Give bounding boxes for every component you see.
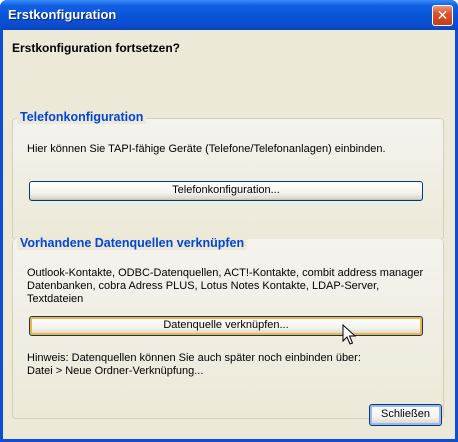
datenquellen-group-title: Vorhandene Datenquellen verknüpfen — [17, 236, 248, 250]
dialog-window: Erstkonfiguration ✕ Erstkonfiguration fo… — [0, 0, 458, 442]
telefon-group-title: Telefonkonfiguration — [17, 110, 147, 124]
datenquellen-description-line-1: Outlook-Kontakte, ODBC-Datenquellen, ACT… — [27, 267, 424, 279]
schliessen-button[interactable]: Schließen — [369, 404, 442, 426]
telefon-description: Hier können Sie TAPI-fähige Geräte (Tele… — [27, 143, 386, 155]
hint-line-1: Hinweis: Datenquellen können Sie auch sp… — [27, 352, 361, 364]
hint-line-2: Datei > Neue Ordner-Verknüpfung... — [27, 365, 204, 377]
telefonkonfiguration-button-label: Telefonkonfiguration... — [172, 184, 280, 196]
close-window-button[interactable]: ✕ — [432, 5, 453, 26]
schliessen-button-label: Schließen — [381, 408, 430, 420]
window-title: Erstkonfiguration — [8, 7, 117, 22]
close-icon: ✕ — [436, 7, 449, 23]
datenquellen-group: Vorhandene Datenquellen verknüpfen Outlo… — [12, 236, 444, 419]
dialog-body: Erstkonfiguration fortsetzen? Telefonkon… — [3, 30, 455, 439]
datenquelle-verknuepfen-button[interactable]: Datenquelle verknüpfen... — [29, 316, 423, 336]
datenquellen-description-line-2: Datenbanken, cobra Adress PLUS, Lotus No… — [27, 280, 380, 292]
telefon-group: Telefonkonfiguration Hier können Sie TAP… — [12, 110, 444, 240]
datenquelle-verknuepfen-button-label: Datenquelle verknüpfen... — [163, 319, 289, 331]
telefonkonfiguration-button[interactable]: Telefonkonfiguration... — [29, 181, 423, 201]
dialog-heading: Erstkonfiguration fortsetzen? — [12, 41, 181, 55]
mouse-pointer-icon — [342, 324, 356, 345]
datenquellen-description-line-3: Textdateien — [27, 293, 84, 305]
title-bar[interactable]: Erstkonfiguration ✕ — [0, 0, 458, 30]
header-area: Erstkonfiguration fortsetzen? — [3, 30, 455, 100]
